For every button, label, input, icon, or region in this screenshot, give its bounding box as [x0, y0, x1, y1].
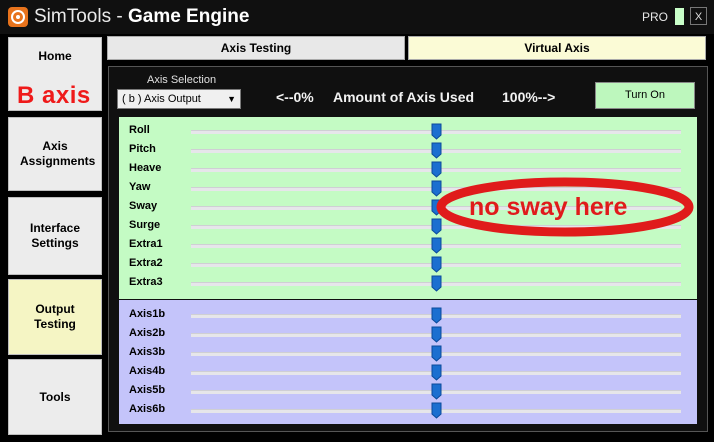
range-max-label: 100%--> [502, 89, 556, 105]
green_axes-row-extra2: Extra2 [119, 255, 697, 274]
slider-thumb[interactable] [431, 142, 442, 159]
green_axes-row-roll: Roll [119, 122, 697, 141]
tab-axis-testing[interactable]: Axis Testing [107, 36, 405, 60]
window-title: SimTools - Game Engine [34, 6, 250, 27]
slider-thumb[interactable] [431, 364, 442, 381]
green_axes-row-extra1: Extra1 [119, 236, 697, 255]
green_axes-label: Extra1 [129, 238, 163, 250]
blue_axes-row-axis3b: Axis3b [119, 344, 697, 363]
nav-axis-assignments-label: Axis Assignments [20, 139, 96, 168]
green_axes-label: Pitch [129, 143, 156, 155]
nav-interface-settings-label: Interface Settings [29, 221, 81, 250]
blue_axes-row-axis5b: Axis5b [119, 382, 697, 401]
slider-thumb[interactable] [431, 237, 442, 254]
blue_axes-row-axis6b: Axis6b [119, 401, 697, 420]
tab-virtual-axis[interactable]: Virtual Axis [408, 36, 706, 60]
blue_axes-label: Axis2b [129, 327, 166, 339]
nav-tools-button[interactable]: Tools [8, 359, 102, 435]
chevron-down-icon: ▼ [227, 94, 236, 104]
slider-thumb[interactable] [431, 256, 442, 273]
nav-tools-label: Tools [39, 389, 71, 404]
green_axes-label: Extra3 [129, 276, 163, 288]
turn-on-button[interactable]: Turn On [595, 82, 695, 109]
range-min-label: <--0% [276, 89, 314, 105]
blue_axes-label: Axis6b [129, 403, 166, 415]
close-button[interactable]: X [690, 7, 707, 25]
slider-thumb[interactable] [431, 123, 442, 140]
no-sway-annotation: no sway here [469, 193, 628, 221]
simtools-logo-icon [8, 7, 28, 27]
nav-output-testing-button[interactable]: Output Testing [8, 279, 102, 355]
slider-thumb[interactable] [431, 383, 442, 400]
axis-selection-value: ( b ) Axis Output [122, 93, 201, 105]
nav-axis-assignments-button[interactable]: Axis Assignments [8, 117, 102, 191]
slider-thumb[interactable] [431, 275, 442, 292]
slider-thumb[interactable] [431, 307, 442, 324]
green_axes-label: Sway [129, 200, 158, 212]
b-axes-section: Axis1b Axis2b Axis3b Axis4b Axis5b Axis6b [119, 300, 697, 424]
green_axes-label: Extra2 [129, 257, 163, 269]
axis-selection-label: Axis Selection [147, 74, 217, 86]
green_axes-row-extra3: Extra3 [119, 274, 697, 293]
slider-thumb[interactable] [431, 402, 442, 419]
b-axis-annotation: B axis [17, 82, 91, 109]
slider-thumb[interactable] [431, 326, 442, 343]
nav-output-testing-label: Output Testing [34, 302, 76, 331]
green_axes-label: Heave [129, 162, 162, 174]
green_axes-label: Surge [129, 219, 161, 231]
blue_axes-row-axis4b: Axis4b [119, 363, 697, 382]
blue_axes-label: Axis3b [129, 346, 166, 358]
blue_axes-row-axis1b: Axis1b [119, 306, 697, 325]
pro-label: PRO [642, 10, 669, 24]
amount-of-axis-used-label: Amount of Axis Used [333, 89, 475, 105]
nav-interface-settings-button[interactable]: Interface Settings [8, 197, 102, 275]
blue_axes-label: Axis1b [129, 308, 166, 320]
title-bar: SimTools - Game Engine PRO X [0, 0, 714, 34]
blue_axes-label: Axis5b [129, 384, 166, 396]
green_axes-label: Yaw [129, 181, 151, 193]
slider-thumb[interactable] [431, 345, 442, 362]
nav-home-label: Home [38, 48, 72, 63]
slider-thumb[interactable] [431, 161, 442, 178]
green_axes-label: Roll [129, 124, 150, 136]
green_axes-row-pitch: Pitch [119, 141, 697, 160]
pro-indicator [675, 8, 684, 25]
blue_axes-label: Axis4b [129, 365, 166, 377]
blue_axes-row-axis2b: Axis2b [119, 325, 697, 344]
axis-selection-dropdown[interactable]: ( b ) Axis Output ▼ [117, 89, 241, 109]
